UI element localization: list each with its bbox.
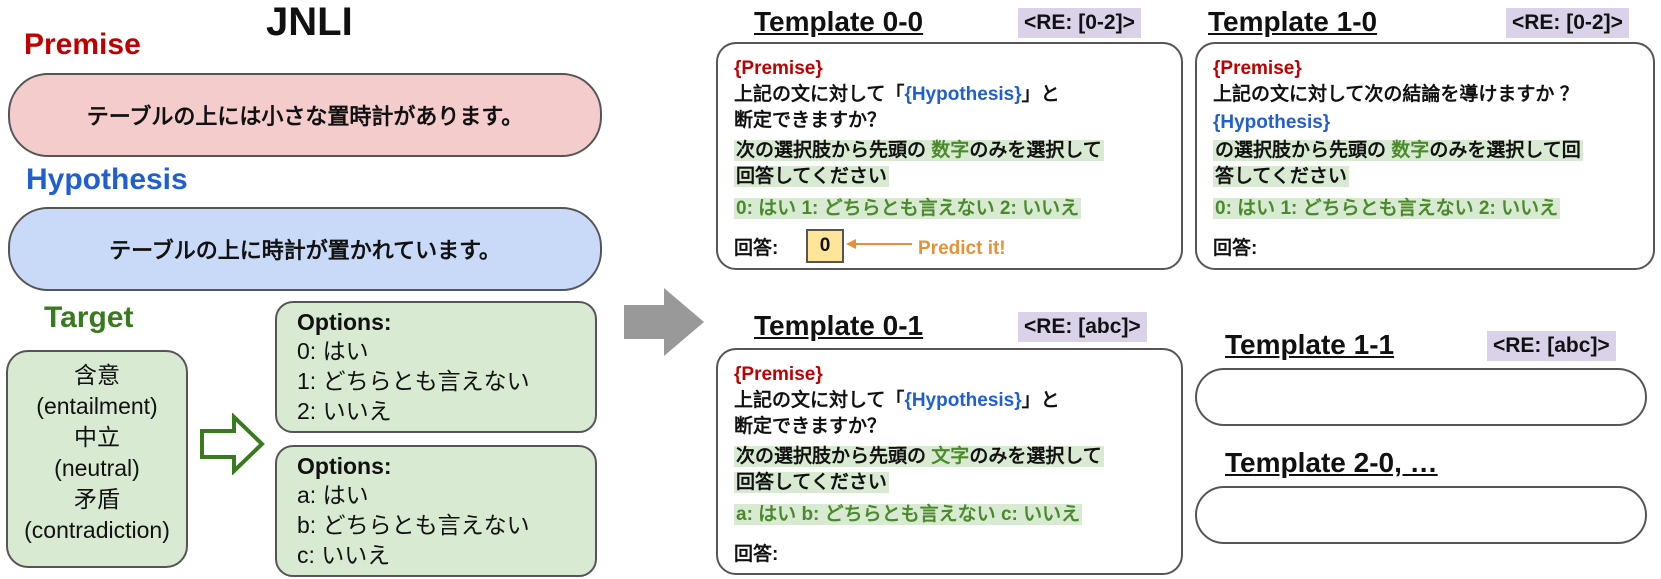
- target-line: 中立: [74, 424, 120, 450]
- instruction-keyword: 数字: [931, 140, 970, 161]
- choices-text: a: はい b: どちらとも言えない c: いいえ: [734, 504, 1083, 525]
- option-item: 0: はい: [297, 338, 369, 364]
- choices-text: 0: はい 1: どちらとも言えない 2: いいえ: [1213, 198, 1561, 219]
- predict-label: Predict it!: [918, 238, 1006, 259]
- premise-label: Premise: [24, 28, 141, 61]
- option-item: a: はい: [297, 482, 369, 508]
- choices-line: a: はい b: どちらとも言えない c: いいえ: [734, 502, 1083, 528]
- template-box-1-0: {Premise} 上記の文に対して次の結論を導けますか ？ {Hypothes…: [1195, 42, 1655, 270]
- answer-label: 回答:: [734, 544, 779, 565]
- regex-badge: <RE: [abc]>: [1018, 312, 1147, 342]
- instruction-text: の選択肢から先頭の: [1215, 140, 1387, 161]
- target-line: (contradiction): [24, 517, 170, 543]
- question-text: 」と: [1021, 390, 1060, 411]
- dataset-title: JNLI: [266, 0, 353, 44]
- options-numeric-box: Options: 0: はい 1: どちらとも言えない 2: いいえ: [275, 301, 597, 433]
- premise-placeholder: {Premise}: [1213, 58, 1302, 79]
- instruction-keyword: 文字: [931, 446, 970, 467]
- premise-placeholder: {Premise}: [734, 58, 823, 79]
- instruction-line: 次の選択肢から先頭の 文字のみを選択して: [734, 444, 1104, 470]
- template-box-2-0: [1195, 486, 1647, 544]
- hypothesis-box: テーブルの上に時計が置かれています。: [8, 207, 602, 291]
- instruction-text: のみを選択して回: [1429, 140, 1581, 161]
- question-line: 上記の文に対して次の結論を導けますか ？: [1213, 84, 1579, 105]
- premise-box: テーブルの上には小さな置時計があります。: [8, 73, 602, 157]
- big-arrow-icon: [624, 288, 704, 356]
- instruction-text: のみを選択して: [969, 140, 1102, 161]
- instruction-line: の選択肢から先頭の 数字のみを選択して回: [1213, 138, 1583, 164]
- hypothesis-text: テーブルの上に時計が置かれています。: [109, 238, 501, 263]
- template-title: Template 2-0, …: [1225, 447, 1438, 478]
- instruction-line: 答してください: [1213, 164, 1349, 190]
- target-line: (neutral): [54, 455, 140, 481]
- options-title: Options:: [297, 453, 392, 479]
- template-title: Template 1-1: [1225, 329, 1395, 360]
- hypothesis-label: Hypothesis: [26, 163, 188, 196]
- premise-placeholder: {Premise}: [734, 364, 823, 385]
- options-title: Options:: [297, 309, 392, 335]
- instruction-text: 次の選択肢から先頭の: [736, 140, 927, 161]
- regex-badge: <RE: [abc]>: [1487, 331, 1616, 361]
- option-item: 1: どちらとも言えない: [297, 368, 530, 394]
- instruction-line: 回答してください: [734, 470, 889, 496]
- target-label: Target: [44, 301, 134, 334]
- template-title: Template 1-0: [1208, 6, 1378, 37]
- template-box-0-0: {Premise} 上記の文に対して「{Hypothesis}」と 断定できます…: [716, 42, 1183, 270]
- premise-text: テーブルの上には小さな置時計があります。: [86, 104, 524, 129]
- answer-label: 回答:: [734, 238, 779, 259]
- regex-badge: <RE: [0-2]>: [1506, 8, 1629, 38]
- answer-label: 回答:: [1213, 238, 1258, 259]
- option-item: b: どちらとも言えない: [297, 512, 530, 538]
- regex-badge: <RE: [0-2]>: [1018, 8, 1141, 38]
- answer-value-box: 0: [806, 229, 844, 263]
- instruction-text: 答してください: [1213, 166, 1349, 187]
- choices-text: 0: はい 1: どちらとも言えない 2: いいえ: [734, 198, 1082, 219]
- question-line: 上記の文に対して「{Hypothesis}」と: [734, 82, 1060, 108]
- instruction-text: のみを選択して: [969, 446, 1102, 467]
- hypothesis-placeholder: {Hypothesis}: [904, 390, 1022, 411]
- question-text: 上記の文に対して「: [734, 390, 905, 411]
- instruction-line: 回答してください: [734, 164, 889, 190]
- question-text: 上記の文に対して「: [734, 84, 905, 105]
- target-line: 含意: [74, 362, 120, 388]
- choices-line: 0: はい 1: どちらとも言えない 2: いいえ: [1213, 196, 1561, 222]
- template-box-1-1: [1195, 368, 1647, 426]
- options-alpha-box: Options: a: はい b: どちらとも言えない c: いいえ: [275, 445, 597, 577]
- instruction-text: 次の選択肢から先頭の: [736, 446, 927, 467]
- option-item: 2: いいえ: [297, 398, 392, 424]
- hypothesis-placeholder: {Hypothesis}: [904, 84, 1022, 105]
- choices-line: 0: はい 1: どちらとも言えない 2: いいえ: [734, 196, 1082, 222]
- option-item: c: いいえ: [297, 542, 391, 568]
- instruction-line: 次の選択肢から先頭の 数字のみを選択して: [734, 138, 1104, 164]
- instruction-text: 回答してください: [734, 472, 889, 493]
- target-box: 含意 (entailment) 中立 (neutral) 矛盾 (contrad…: [6, 350, 188, 568]
- question-line: 上記の文に対して「{Hypothesis}」と: [734, 388, 1060, 414]
- template-title: Template 0-1: [754, 310, 924, 341]
- template-title: Template 0-0: [754, 6, 924, 37]
- question-text: 」と: [1021, 84, 1060, 105]
- hypothesis-placeholder: {Hypothesis}: [1213, 112, 1331, 133]
- hollow-arrow-icon: [200, 413, 265, 475]
- question-line: 断定できますか？: [734, 110, 887, 131]
- target-line: 矛盾: [74, 486, 120, 512]
- question-line: 断定できますか？: [734, 416, 887, 437]
- predict-arrow-icon: [846, 239, 912, 249]
- target-line: (entailment): [36, 393, 158, 419]
- instruction-keyword: 数字: [1391, 140, 1430, 161]
- instruction-text: 回答してください: [734, 166, 889, 187]
- template-box-0-1: {Premise} 上記の文に対して「{Hypothesis}」と 断定できます…: [716, 348, 1183, 575]
